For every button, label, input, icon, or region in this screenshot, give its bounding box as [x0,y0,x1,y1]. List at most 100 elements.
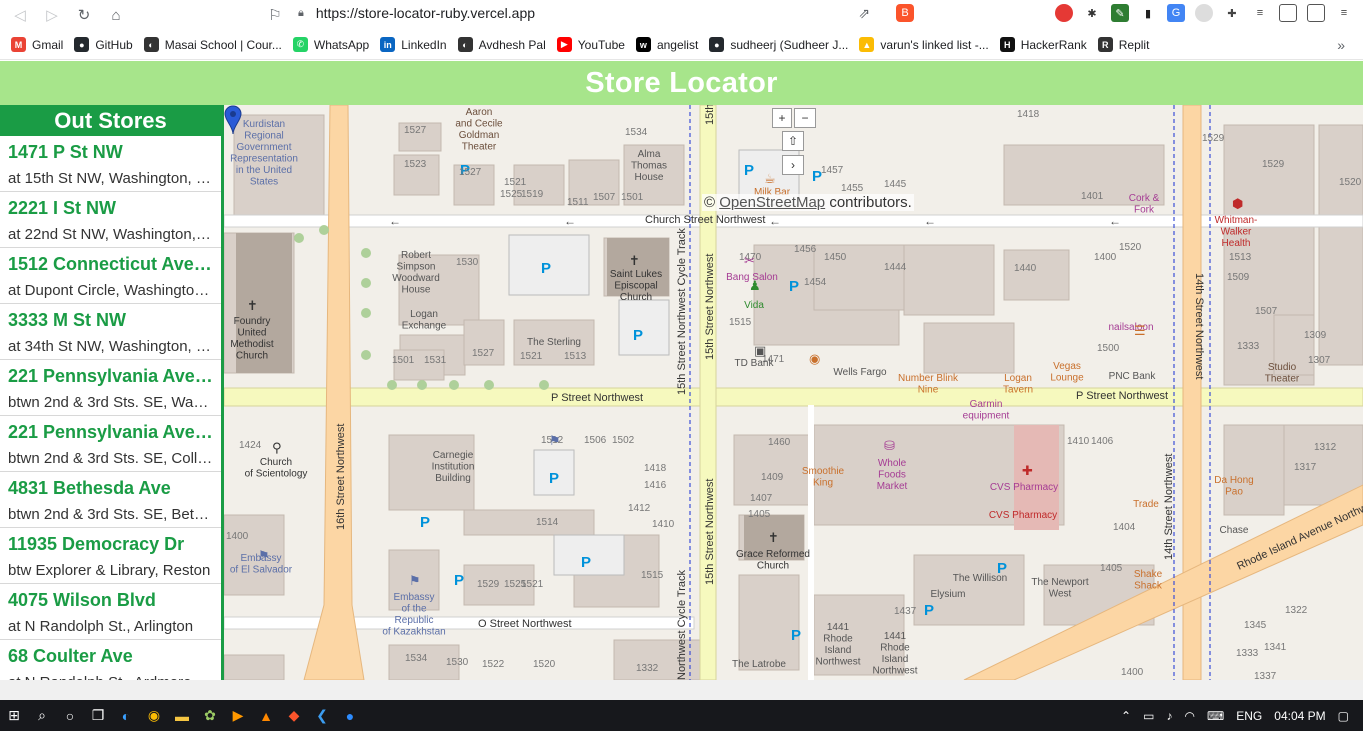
map-view[interactable]: P Street Northwest P Street Northwest Ch… [224,105,1363,680]
house-number: 1509 [1227,272,1250,283]
store-list-item[interactable]: 4831 Bethesda Ave btwn 2nd & 3rd Sts. SE,… [0,472,221,528]
reload-icon[interactable]: ↻ [72,3,96,27]
house-number: 1500 [1097,343,1120,354]
vscode-icon[interactable]: ❮ [308,700,336,731]
bookmark-6[interactable]: ▶ YouTube [556,37,625,52]
osm-link[interactable]: OpenStreetMap [719,194,825,211]
store-name: 4075 Wilson Blvd [8,590,156,610]
store-list-item[interactable]: 1512 Connecticut Ave NW at Dupont Circle,… [0,248,221,304]
book-icon[interactable]: ▮ [1139,4,1157,22]
bookmark-3[interactable]: ✆ WhatsApp [292,37,369,52]
street-label-cycle-south: Northwest Cycle Track [676,569,688,680]
file-explorer-icon[interactable]: ▬ [168,700,196,731]
store-list-item[interactable]: 4075 Wilson Blvd at N Randolph St., Arlin… [0,584,221,640]
extensions-bar: ✱ ✎ ▮ G ✚ ≡ ≡ [1055,2,1353,24]
menu-icon[interactable]: ≡ [1335,4,1353,22]
app-icon[interactable]: ✿ [196,700,224,731]
cortana-icon[interactable]: ○ [56,700,84,731]
store-list-item[interactable]: 11935 Democracy Dr btw Explorer & Library… [0,528,221,584]
house-number: 1309 [1304,330,1327,341]
store-address: at N Randolph St., Arlington [8,618,194,635]
bookmark-1[interactable]: ● GitHub [74,37,133,52]
circle-ext-icon[interactable] [1195,4,1213,22]
edge-icon[interactable]: ◐ [112,700,140,731]
search-icon[interactable]: ⌕ [28,700,56,731]
bookmark-11[interactable]: R Replit [1097,37,1149,52]
store-address: btwn 2nd & 3rd Sts. SE, Washington, DC [8,394,215,411]
more-bookmarks-icon[interactable]: » [1337,37,1345,53]
share-icon[interactable]: ⇗ [858,5,870,22]
puzzle-icon[interactable]: ✚ [1223,4,1241,22]
playlist-icon[interactable]: ≡ [1251,4,1269,22]
forward-icon[interactable]: ▷ [40,3,64,27]
bookmark-7[interactable]: w angelist [635,37,699,52]
gmail-icon: M [11,37,26,52]
store-list-item[interactable]: 1471 P St NW at 15th St NW, Washington, D… [0,136,221,192]
map-canvas[interactable]: P Street Northwest P Street Northwest Ch… [224,105,1363,680]
windows-start-icon[interactable]: ⊞ [0,700,28,731]
house-number: 1530 [446,657,469,668]
bookmark-2[interactable]: ◐ Masai School | Cour... [143,37,282,52]
language-indicator[interactable]: ENG [1236,709,1262,723]
zoom-icon[interactable]: ● [336,700,364,731]
bookmark-9[interactable]: ▲ varun's linked list -... [859,37,989,52]
clock[interactable]: 04:04 PM [1274,709,1325,723]
store-list-item[interactable]: 2221 I St NW at 22nd St NW, Washington, D… [0,192,221,248]
address-bar[interactable]: 🔒︎ https://store-locator-ruby.vercel.app… [290,2,922,24]
svg-text:←: ← [389,214,401,228]
bookmark-label: angelist [656,37,699,52]
bookmark-icon[interactable]: ⚐ [263,3,287,27]
bookmark-4[interactable]: in LinkedIn [380,37,447,52]
page-bottom-strip [0,680,1363,700]
github-icon: ● [74,37,90,52]
translate-icon[interactable]: G [1167,4,1185,22]
store-list-item[interactable]: 221 Pennsylvania Ave SE btwn 2nd & 3rd St… [0,416,221,472]
location-pin-icon[interactable] [224,105,242,135]
volume-icon[interactable]: ♪ [1166,709,1172,723]
chevron-up-icon[interactable]: ⌃ [1121,709,1131,723]
store-name: 3333 M St NW [8,310,127,330]
store-list-sidebar: Out Stores 1471 P St NW at 15th St NW, Wa… [0,105,224,680]
place-label-latrobe: The Latrobe [732,659,786,670]
place-label-vida: Vida [744,300,764,311]
house-number: 1513 [1229,252,1252,263]
sidebar-icon[interactable] [1279,4,1297,22]
bookmark-0[interactable]: M Gmail [11,37,63,52]
task-view-icon[interactable]: ❐ [84,700,112,731]
house-number: 1416 [644,480,667,491]
bookmark-label: Gmail [32,37,64,52]
bookmark-10[interactable]: H HackerRank [999,37,1087,52]
brave-shield-icon[interactable]: B [896,4,914,22]
house-number: 1333 [1236,648,1259,659]
home-icon[interactable]: ⌂ [104,3,128,27]
wifi-icon[interactable]: ◠ [1184,709,1194,723]
zoom-out-button[interactable]: − [794,108,816,128]
svg-text:P: P [791,627,801,644]
store-list-item[interactable]: 3333 M St NW at 34th St NW, Washington, D… [0,304,221,360]
house-number: 1444 [884,262,907,273]
notification-icon[interactable]: ▢ [1338,709,1349,723]
back-icon[interactable]: ◁ [8,3,32,27]
house-number: 1445 [884,179,907,190]
zoom-in-button[interactable]: + [772,108,792,128]
chrome-icon[interactable]: ◉ [140,700,168,731]
wallet-icon[interactable] [1307,4,1325,22]
place-label-wellsfargo: Wells Fargo [833,367,887,378]
bookmark-8[interactable]: ● sudheerj (Sudheer J... [709,37,848,52]
pan-up-button[interactable]: ⇧ [782,131,804,151]
color-wheel-icon[interactable] [1055,4,1073,22]
pan-right-button[interactable]: › [782,155,804,175]
bug-icon[interactable]: ✱ [1083,4,1101,22]
store-list-item[interactable]: 221 Pennsylvania Ave SE btwn 2nd & 3rd St… [0,360,221,416]
store-name: 2221 I St NW [8,198,117,218]
bookmark-5[interactable]: ◐ Avdhesh Pal [457,37,546,52]
vlc-icon[interactable]: ▲ [252,700,280,731]
pen-icon[interactable]: ✎ [1111,4,1129,22]
battery-icon[interactable]: ▭ [1143,709,1154,723]
media-player-icon[interactable]: ▶ [224,700,252,731]
house-number: 1424 [239,440,262,451]
keyboard-icon[interactable]: ⌨ [1207,709,1224,723]
store-list-item[interactable]: 68 Coulter Aveat N Randolph St., Ardmore [0,640,221,680]
house-number: 1520 [1339,177,1362,188]
brave-icon[interactable]: ◆ [280,700,308,731]
